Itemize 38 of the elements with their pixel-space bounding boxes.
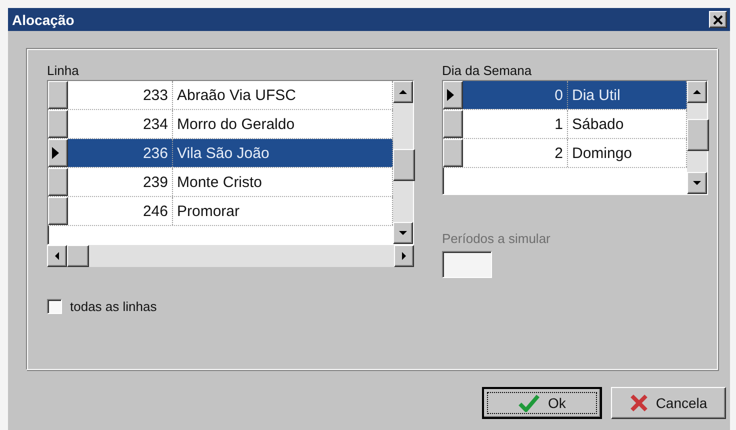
row-indicator[interactable] <box>443 110 463 138</box>
scroll-up-button[interactable] <box>687 81 707 103</box>
table-cell[interactable]: 233 <box>68 81 173 109</box>
row-indicator[interactable] <box>48 197 68 225</box>
close-button[interactable] <box>709 11 727 28</box>
row-indicator[interactable] <box>48 168 68 196</box>
row-indicator[interactable] <box>48 110 68 138</box>
scroll-down-button[interactable] <box>393 222 413 244</box>
table-cell[interactable]: Abraão Via UFSC <box>173 81 393 109</box>
close-icon <box>713 14 723 24</box>
field-label: Dia da Semana <box>442 63 533 78</box>
scrollbar-thumb[interactable] <box>687 119 709 152</box>
checkbox[interactable]: todas as linhas <box>47 299 414 314</box>
table-cell[interactable]: 0 <box>463 81 568 109</box>
window-title: Alocação <box>12 12 74 28</box>
row-indicator[interactable] <box>443 139 463 167</box>
row-indicator[interactable] <box>48 139 68 167</box>
check-icon <box>518 394 540 412</box>
cross-icon <box>630 394 648 412</box>
row-pointer-icon <box>52 147 59 159</box>
checkbox-box[interactable] <box>47 299 62 314</box>
scrollbar-thumb[interactable] <box>67 245 89 267</box>
scroll-left-button[interactable] <box>47 245 67 267</box>
field-label: Períodos a simular <box>442 231 552 246</box>
cancel-button[interactable]: Cancela <box>611 387 726 419</box>
field-label: Linha <box>47 63 80 78</box>
scrollbar-thumb[interactable] <box>393 148 415 181</box>
checkbox-label: todas as linhas <box>70 299 157 314</box>
table-cell[interactable]: Vila São João <box>173 139 393 167</box>
row-indicator[interactable] <box>48 81 68 109</box>
scroll-right-button[interactable] <box>394 245 414 267</box>
row-pointer-icon <box>447 89 454 101</box>
ok-button[interactable]: Ok <box>482 387 602 419</box>
table-cell[interactable]: 236 <box>68 139 173 167</box>
row-indicator[interactable] <box>443 81 463 109</box>
table-cell[interactable]: Dia Util <box>568 81 687 109</box>
scroll-down-button[interactable] <box>687 172 707 194</box>
scroll-up-button[interactable] <box>393 81 413 103</box>
